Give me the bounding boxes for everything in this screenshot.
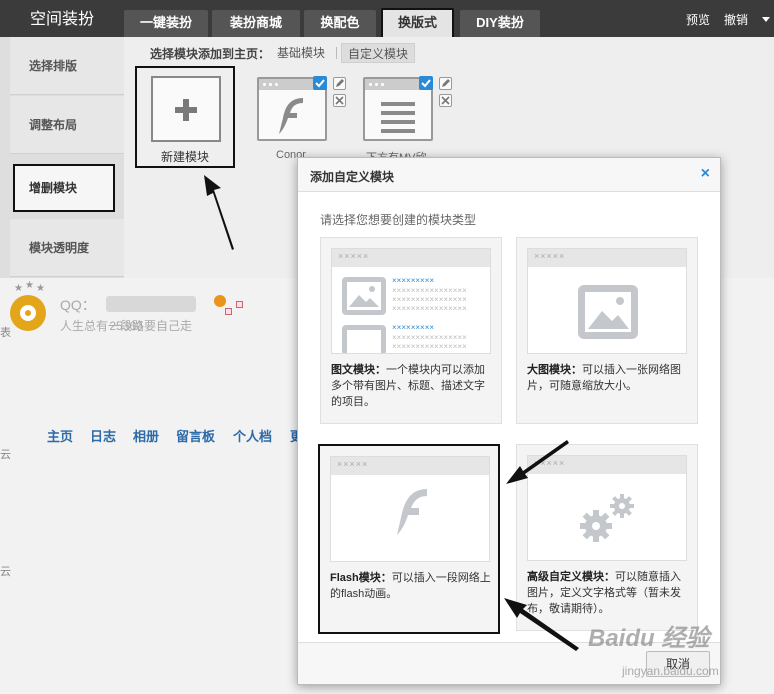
- gears-icon: [580, 494, 634, 542]
- image-icon: [578, 285, 638, 339]
- card-preview: ××××× ××××××××× ×××××××××××××××× ×××××××…: [331, 248, 491, 354]
- nav-guestbook[interactable]: 留言板: [176, 426, 215, 445]
- add-custom-module-dialog: 添加自定义模块 × 请选择您想要创建的模块类型 ××××× ××××××××× …: [297, 157, 721, 685]
- vip-badge-icon[interactable]: [214, 295, 226, 307]
- nav-album[interactable]: 相册: [133, 426, 159, 445]
- preview-link-text: ×××××××××: [392, 323, 435, 332]
- tab-dress-shop[interactable]: 装扮商城: [212, 10, 300, 37]
- plus-icon: [151, 76, 221, 142]
- avatar[interactable]: [10, 295, 46, 331]
- close-icon[interactable]: ×: [701, 165, 710, 183]
- preview-line-text: ××××××××××××××××: [392, 286, 467, 295]
- card-preview: ×××××: [330, 456, 490, 562]
- flash-icon: [279, 98, 303, 134]
- dialog-prompt: 请选择您想要创建的模块类型: [320, 213, 477, 227]
- sidebar-item-select-layout[interactable]: 选择排版: [10, 37, 124, 95]
- panel-heading: 选择模块添加到主页：: [150, 47, 271, 61]
- motto-number: 25360: [109, 319, 143, 333]
- text-lines-icon: [381, 102, 415, 133]
- edge-text: 表: [0, 327, 11, 339]
- card-description: 高级自定义模块：可以随意插入图片，定义文字格式等（暂未发布，敬请期待）。: [527, 571, 681, 615]
- sidebar-item-module-opacity[interactable]: 模块透明度: [10, 219, 124, 277]
- delete-x-icon[interactable]: [439, 94, 452, 107]
- card-description: 图文模块：一个模块内可以添加多个带有图片、标题、描述文字的项目。: [331, 364, 485, 408]
- dialog-footer: 取消: [298, 642, 720, 684]
- preview-line-text: ××××××××××××××××: [392, 295, 467, 304]
- delete-x-icon[interactable]: [333, 94, 346, 107]
- preview-link-text: ×××××××××: [392, 276, 435, 285]
- sidebar-item-add-remove-modules[interactable]: 增删模块: [13, 164, 115, 212]
- star-icon: ★: [25, 280, 34, 291]
- preview-line-text: ××××××××××××××××: [392, 304, 467, 313]
- qq-label: QQ：: [60, 297, 96, 313]
- chevron-down-icon[interactable]: [762, 17, 770, 22]
- card-description: 大图模块：可以插入一张网络图片，可随意缩放大小。: [527, 364, 681, 392]
- cancel-button[interactable]: 取消: [646, 651, 710, 677]
- edge-text: 云: [0, 566, 11, 578]
- star-icon: ★: [36, 283, 45, 294]
- tab-diy-dress[interactable]: DIY装扮: [460, 10, 540, 37]
- dialog-header: 添加自定义模块 ×: [298, 158, 720, 192]
- new-module-button[interactable]: 新建模块: [135, 66, 235, 168]
- nav-profile[interactable]: 个人档: [233, 426, 272, 445]
- subtab-divider: [336, 47, 337, 59]
- sidebar: 选择排版 调整布局 增删模块 模块透明度: [0, 37, 124, 278]
- flash-icon: [397, 489, 427, 535]
- card-image-text-module[interactable]: ××××× ××××××××× ×××××××××××××××× ×××××××…: [320, 237, 502, 424]
- card-advanced-custom-module[interactable]: ××××× 高级自定义模块：可以随意插入图片，定义文字格式等（暂未发布，敬请期待…: [516, 444, 698, 631]
- edit-pencil-icon[interactable]: [439, 77, 452, 90]
- app-title: 空间装扮: [29, 11, 94, 28]
- card-description: Flash模块：可以插入一段网络上的flash动画。: [330, 572, 491, 600]
- nav-home[interactable]: 主页: [47, 426, 73, 445]
- top-bar: 空间装扮 一键装扮 装扮商城 换配色 换版式 DIY装扮 预览 撤销: [0, 0, 774, 37]
- nav-blog[interactable]: 日志: [90, 426, 116, 445]
- qq-number-blurred: [106, 296, 196, 312]
- star-icon: ★: [14, 283, 23, 294]
- level-badge-icon[interactable]: [225, 308, 232, 315]
- preview-line-text: ××××××××××××××××: [392, 333, 467, 342]
- tab-one-click-dress[interactable]: 一键装扮: [124, 10, 208, 37]
- card-preview: ×××××: [527, 455, 687, 561]
- card-flash-module[interactable]: ××××× Flash模块：可以插入一段网络上的flash动画。: [318, 444, 500, 634]
- preview-line-text: ××××××××××××××××: [392, 342, 467, 351]
- checkmark-icon[interactable]: [313, 76, 327, 90]
- undo-link[interactable]: 撤销: [724, 0, 748, 37]
- tab-change-layout[interactable]: 换版式: [381, 8, 454, 37]
- subtab-custom-modules[interactable]: 自定义模块: [341, 43, 416, 63]
- level-badge-icon[interactable]: [236, 301, 243, 308]
- card-preview: ×××××: [527, 248, 687, 354]
- preview-link[interactable]: 预览: [686, 0, 710, 37]
- edit-pencil-icon[interactable]: [333, 77, 346, 90]
- sidebar-item-adjust-layout[interactable]: 调整布局: [10, 96, 124, 154]
- checkmark-icon[interactable]: [419, 76, 433, 90]
- tab-change-color[interactable]: 换配色: [304, 10, 376, 37]
- dialog-title: 添加自定义模块: [310, 170, 395, 184]
- card-big-image-module[interactable]: ××××× 大图模块：可以插入一张网络图片，可随意缩放大小。: [516, 237, 698, 424]
- profile-motto: 人生总有一段路要自己走 25360: [60, 317, 192, 334]
- edge-text: 云: [0, 449, 11, 461]
- subtab-basic-modules[interactable]: 基础模块: [271, 43, 331, 63]
- new-module-label: 新建模块: [160, 150, 209, 164]
